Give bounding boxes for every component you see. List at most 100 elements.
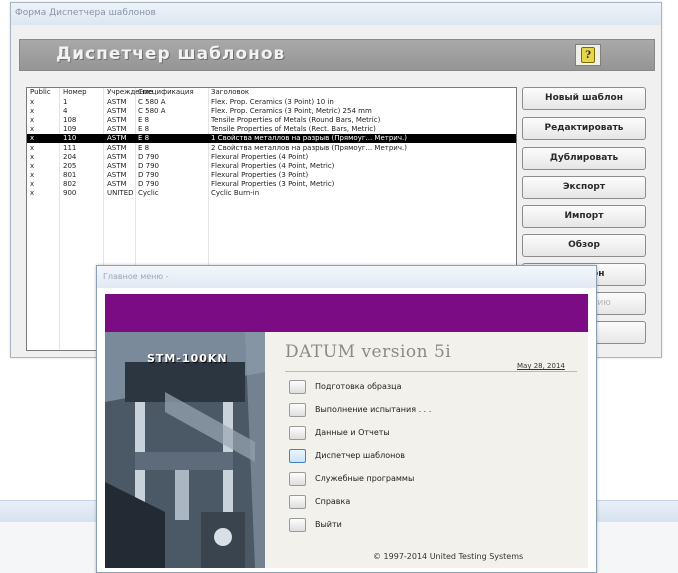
number-cell: 802 bbox=[63, 179, 77, 188]
table-row[interactable]: x 108 ASTM E 8 Tensile Properties of Metals … bbox=[27, 116, 516, 125]
title-cell: Cyclic Burn-in bbox=[211, 189, 260, 197]
organization-cell: ASTM bbox=[107, 161, 127, 170]
organization-cell: UNITED bbox=[107, 189, 134, 197]
column-header-title[interactable]: Заголовок bbox=[211, 88, 249, 96]
specification-cell: Cyclic bbox=[138, 189, 159, 197]
template-manager-titlebar: Форма Диспетчера шаблонов bbox=[11, 3, 661, 25]
table-row[interactable]: x 109 ASTM E 8 Tensile Properties of Metals … bbox=[27, 125, 516, 134]
menu-item-label: Диспетчер шаблонов bbox=[315, 451, 405, 460]
public-cell: x bbox=[30, 161, 35, 170]
title-cell: Flexural Properties (4 Point, Metric) bbox=[211, 161, 335, 170]
number-cell: 110 bbox=[63, 134, 77, 143]
machine-photo: STM-100KN bbox=[105, 332, 265, 568]
browse-button[interactable]: Обзор bbox=[522, 234, 646, 257]
table-row[interactable]: x 802 ASTM D 790 Flexural Properties (3 Poin… bbox=[27, 180, 516, 189]
table-row[interactable]: x 801 ASTM D 790 Flexural Properties (3 Poin… bbox=[27, 171, 516, 180]
number-cell: 801 bbox=[63, 170, 77, 179]
testing-machine-illustration bbox=[105, 332, 265, 568]
specification-cell: D 790 bbox=[138, 161, 159, 170]
organization-cell: ASTM bbox=[107, 152, 127, 161]
list-header: Public Номер Учреждение Спецификация Заг… bbox=[27, 88, 516, 98]
number-cell: 108 bbox=[63, 116, 77, 125]
menu-button-icon[interactable] bbox=[289, 403, 306, 417]
title-cell: Tensile Properties of Metals (Rect. Bars… bbox=[211, 125, 376, 134]
brand-banner bbox=[105, 294, 588, 332]
menu-item-specimen-prep[interactable]: Подготовка образца bbox=[289, 379, 579, 395]
public-cell: x bbox=[30, 134, 35, 143]
specification-cell: E 8 bbox=[138, 134, 150, 143]
organization-cell: ASTM bbox=[107, 116, 127, 125]
organization-cell: ASTM bbox=[107, 170, 127, 179]
public-cell: x bbox=[30, 143, 35, 152]
specification-cell: D 790 bbox=[138, 179, 159, 188]
column-header-number[interactable]: Номер bbox=[63, 88, 87, 96]
number-cell: 1 bbox=[63, 98, 68, 106]
menu-button-icon[interactable] bbox=[289, 380, 306, 394]
main-menu-window: Главное меню - STM-100KN DATUM version 5… bbox=[96, 265, 597, 573]
menu-button-icon[interactable] bbox=[289, 518, 306, 532]
menu-item-help[interactable]: Справка bbox=[289, 494, 579, 510]
menu-item-run-test[interactable]: Выполнение испытания . . . bbox=[289, 402, 579, 418]
header-divider bbox=[285, 371, 577, 372]
menu-item-data-reports[interactable]: Данные и Отчеты bbox=[289, 425, 579, 441]
title-cell: Flex. Prop. Ceramics (3 Point) 10 in bbox=[211, 98, 334, 106]
new-template-button[interactable]: Новый шаблон bbox=[522, 87, 646, 110]
menu-button-icon[interactable] bbox=[289, 495, 306, 509]
organization-cell: ASTM bbox=[107, 134, 127, 143]
organization-cell: ASTM bbox=[107, 107, 127, 116]
menu-item-exit[interactable]: Выйти bbox=[289, 517, 579, 533]
table-row[interactable]: x 205 ASTM D 790 Flexural Properties (4 Poin… bbox=[27, 162, 516, 171]
page-title: Диспетчер шаблонов bbox=[56, 44, 286, 64]
organization-cell: ASTM bbox=[107, 179, 127, 188]
column-header-public[interactable]: Public bbox=[30, 88, 51, 96]
number-cell: 109 bbox=[63, 125, 77, 134]
table-row[interactable]: x 204 ASTM D 790 Flexural Properties (4 Poin… bbox=[27, 153, 516, 162]
specification-cell: D 790 bbox=[138, 170, 159, 179]
table-row[interactable]: x 111 ASTM E 8 2 Свойства металлов на разрыв… bbox=[27, 144, 516, 153]
template-manager-header: Диспетчер шаблонов ? bbox=[19, 39, 655, 71]
menu-button-icon[interactable] bbox=[289, 426, 306, 440]
title-cell: 2 Свойства металлов на разрыв (Прямоуг..… bbox=[211, 143, 407, 152]
export-button[interactable]: Экспорт bbox=[522, 176, 646, 199]
title-cell: Flex. Prop. Ceramics (3 Point, Metric) 2… bbox=[211, 107, 372, 116]
app-version-title: DATUM version 5i bbox=[285, 342, 452, 362]
machine-model-label: STM-100KN bbox=[147, 352, 228, 365]
organization-cell: ASTM bbox=[107, 98, 127, 106]
table-row-selected[interactable]: x 110 ASTM E 8 1 Свойства металлов на разрыв… bbox=[27, 134, 516, 144]
menu-item-template-manager[interactable]: Диспетчер шаблонов bbox=[289, 448, 579, 464]
menu-item-label: Данные и Отчеты bbox=[315, 428, 390, 437]
specification-cell: C 580 A bbox=[138, 107, 166, 116]
menu-button-icon[interactable] bbox=[289, 472, 306, 486]
number-cell: 111 bbox=[63, 143, 77, 152]
title-cell: Flexural Properties (3 Point, Metric) bbox=[211, 179, 335, 188]
public-cell: x bbox=[30, 125, 35, 134]
menu-item-label: Справка bbox=[315, 497, 351, 506]
edit-button[interactable]: Редактировать bbox=[522, 117, 646, 140]
number-cell: 900 bbox=[63, 189, 77, 197]
duplicate-button[interactable]: Дублировать bbox=[522, 147, 646, 170]
menu-item-label: Выполнение испытания . . . bbox=[315, 405, 432, 414]
specification-cell: E 8 bbox=[138, 116, 150, 125]
menu-button-icon[interactable] bbox=[289, 449, 306, 463]
table-row[interactable]: x 4 ASTM C 580 A Flex. Prop. Ceramics (3 Poi… bbox=[27, 107, 516, 116]
number-cell: 204 bbox=[63, 152, 77, 161]
import-button[interactable]: Импорт bbox=[522, 205, 646, 228]
public-cell: x bbox=[30, 152, 35, 161]
title-cell: Tensile Properties of Metals (Round Bars… bbox=[211, 116, 381, 125]
menu-item-label: Подготовка образца bbox=[315, 382, 402, 391]
title-cell: Flexural Properties (3 Point) bbox=[211, 170, 309, 179]
menu-item-label: Служебные программы bbox=[315, 474, 415, 483]
main-menu-panel: DATUM version 5i May 28, 2014 Подготовка… bbox=[265, 332, 588, 568]
release-date: May 28, 2014 bbox=[517, 362, 565, 370]
number-cell: 205 bbox=[63, 161, 77, 170]
help-button[interactable]: ? bbox=[575, 44, 601, 66]
table-row[interactable]: x 1 ASTM C 580 A Flex. Prop. Ceramics (3 Poi… bbox=[27, 98, 516, 107]
menu-item-label: Выйти bbox=[315, 520, 342, 529]
main-menu-titlebar: Главное меню - bbox=[97, 266, 596, 288]
specification-cell: C 580 A bbox=[138, 98, 166, 106]
menu-item-utilities[interactable]: Служебные программы bbox=[289, 471, 579, 487]
number-cell: 4 bbox=[63, 107, 68, 116]
help-icon: ? bbox=[581, 47, 595, 63]
column-header-specification[interactable]: Спецификация bbox=[138, 88, 194, 96]
table-row[interactable]: x 900 UNITED Cyclic Cyclic Burn-in bbox=[27, 189, 516, 198]
